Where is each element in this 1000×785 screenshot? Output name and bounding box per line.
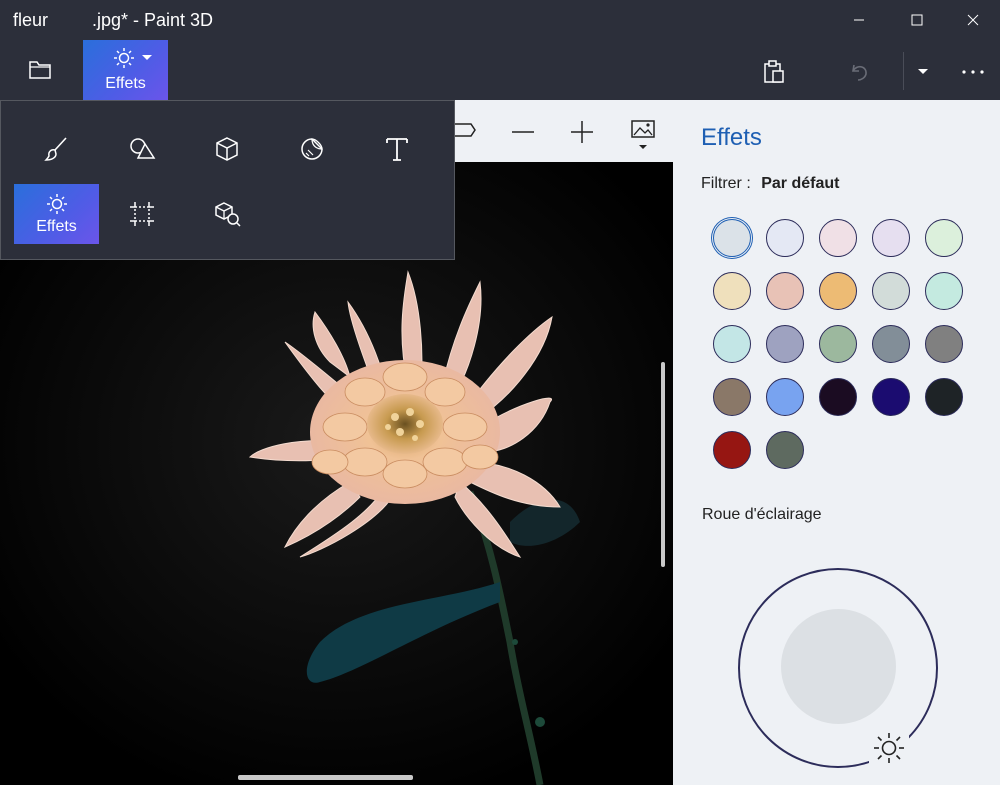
vertical-scrollbar[interactable] [661, 362, 665, 567]
zoom-out-button[interactable] [506, 112, 540, 152]
filter-swatch[interactable] [819, 272, 857, 310]
chevron-down-icon [918, 69, 928, 74]
zoom-in-button[interactable] [565, 112, 599, 152]
horizontal-scrollbar[interactable] [238, 775, 413, 780]
filter-swatch[interactable] [713, 378, 751, 416]
canvas-tool[interactable] [99, 184, 184, 244]
undo-button[interactable] [840, 52, 880, 92]
paste-button[interactable] [754, 52, 794, 92]
filter-swatch[interactable] [766, 378, 804, 416]
lighting-wheel-handle[interactable] [869, 728, 909, 768]
filter-swatch[interactable] [925, 378, 963, 416]
filter-swatch[interactable] [713, 272, 751, 310]
lighting-wheel-center [781, 609, 896, 724]
filter-swatch[interactable] [819, 378, 857, 416]
brushes-tool[interactable] [14, 119, 99, 179]
minimize-icon [854, 19, 864, 21]
filter-row: Filtrer : Par défaut [701, 175, 839, 193]
filter-swatch[interactable] [872, 219, 910, 257]
effects-tab-label: Effets [105, 75, 146, 92]
effects-tool[interactable]: Effets [14, 184, 99, 244]
filter-swatch[interactable] [872, 378, 910, 416]
effects-tool-label: Effets [36, 217, 77, 235]
stickers-tool[interactable] [269, 119, 354, 179]
open-menu-button[interactable] [20, 50, 60, 90]
filter-swatch[interactable] [766, 219, 804, 257]
more-icon [962, 70, 984, 74]
maximize-button[interactable] [894, 0, 940, 40]
filter-swatch[interactable] [925, 272, 963, 310]
folder-icon [29, 61, 51, 79]
tools-flyout-menu: Effets [0, 100, 455, 260]
paste-icon [764, 60, 784, 83]
2d-shapes-tool[interactable] [99, 119, 184, 179]
effects-icon [46, 193, 67, 214]
3d-library-tool[interactable] [184, 184, 269, 244]
image-options-button[interactable] [625, 112, 661, 156]
close-icon [967, 14, 979, 26]
filter-swatch[interactable] [713, 219, 751, 257]
lighting-wheel-label: Roue d'éclairage [702, 506, 822, 523]
3d-shapes-icon [215, 137, 238, 161]
text-icon [385, 138, 408, 161]
filter-swatch[interactable] [819, 325, 857, 363]
filter-swatch[interactable] [925, 219, 963, 257]
file-name: fleur [13, 10, 49, 30]
filter-value: Par défaut [761, 175, 840, 192]
title-bar: fleur .jpg* - Paint 3D [0, 0, 1000, 40]
effects-menu-button[interactable]: Effets [83, 40, 168, 100]
minimize-button[interactable] [836, 0, 882, 40]
3d-shapes-tool[interactable] [184, 119, 269, 179]
toolbar-separator [903, 52, 904, 90]
undo-icon [852, 64, 867, 81]
history-dropdown[interactable] [908, 52, 938, 92]
text-tool[interactable] [354, 119, 439, 179]
effects-icon [114, 48, 134, 68]
filter-label: Filtrer : [701, 175, 751, 192]
zoom-in-icon [571, 121, 593, 143]
sun-icon [874, 733, 904, 763]
panel-title: Effets [701, 124, 762, 151]
dropdown-arrow-icon [142, 55, 152, 60]
window-title: .jpg* - Paint 3D [92, 10, 214, 30]
stickers-icon [300, 138, 323, 160]
canvas-icon [129, 202, 154, 226]
filter-swatch[interactable] [872, 272, 910, 310]
2d-shapes-icon [129, 138, 155, 159]
brush-icon [43, 137, 67, 161]
filter-swatch[interactable] [766, 325, 804, 363]
filter-swatch[interactable] [766, 431, 804, 469]
filter-swatch[interactable] [713, 431, 751, 469]
filter-swatch[interactable] [713, 325, 751, 363]
effects-panel: Effets Filtrer : Par défaut Roue d'éclai… [673, 100, 1000, 785]
close-button[interactable] [950, 0, 996, 40]
filter-swatch[interactable] [925, 325, 963, 363]
filter-swatch[interactable] [766, 272, 804, 310]
filter-swatch[interactable] [819, 219, 857, 257]
more-options-button[interactable] [955, 52, 991, 92]
image-options-icon [631, 120, 655, 149]
zoom-out-icon [512, 131, 534, 133]
filter-swatch[interactable] [872, 325, 910, 363]
3d-library-icon [214, 202, 241, 227]
maximize-icon [911, 14, 923, 26]
